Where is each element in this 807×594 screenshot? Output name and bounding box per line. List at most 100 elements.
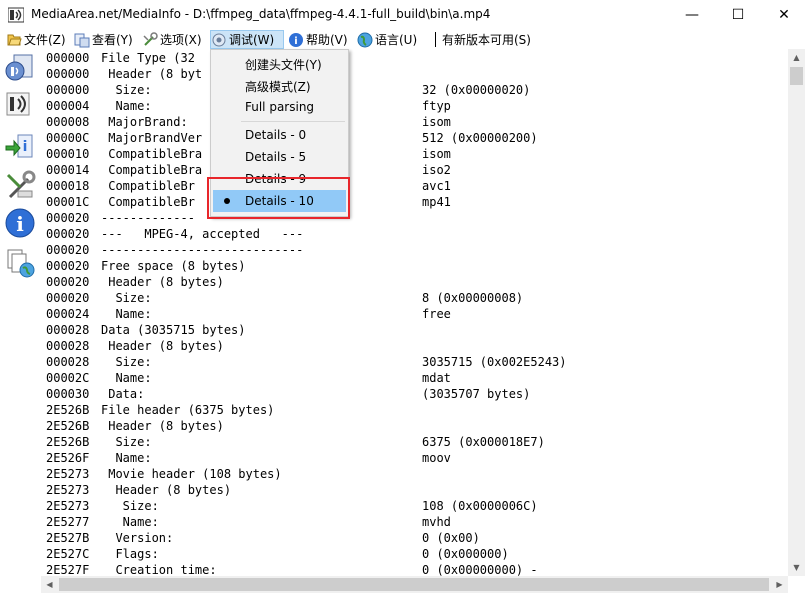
line-field: Size: <box>101 291 152 305</box>
line-value: (3035707 bytes) <box>422 387 531 401</box>
line-field: --- MPEG-4, accepted --- <box>101 227 304 241</box>
line-offset: 000000 <box>46 83 90 97</box>
line-value: 32 (0x00000020) <box>422 83 531 97</box>
open-file-icon <box>7 34 22 45</box>
line-field: File header (6375 bytes) <box>101 403 275 417</box>
horizontal-scrollbar[interactable]: ◀ ▶ <box>41 576 788 593</box>
line-offset: 000000 <box>46 67 90 81</box>
audio-speaker-icon[interactable] <box>4 89 36 121</box>
line-offset: 2E527C <box>46 547 90 561</box>
menu-item-advanced-mode[interactable]: 高级模式(Z) <box>213 74 346 96</box>
scroll-right-arrow-icon[interactable]: ▶ <box>771 576 788 593</box>
mediainfo-app-icon <box>8 7 24 23</box>
close-button[interactable]: ✕ <box>761 0 807 30</box>
line-offset: 000008 <box>46 115 90 129</box>
menu-debug[interactable]: 调试(W) <box>210 30 284 49</box>
line-offset: 2E526B <box>46 435 90 449</box>
web-documents-icon[interactable] <box>4 247 36 279</box>
globe-icon <box>357 32 373 47</box>
menu-help-label: 帮助(V) <box>306 33 348 47</box>
line-field: Version: <box>101 531 174 545</box>
line-offset: 000020 <box>46 259 90 273</box>
vertical-scrollbar[interactable]: ▲ ▼ <box>788 49 805 576</box>
line-value: mp41 <box>422 195 451 209</box>
line-field: Header (8 bytes) <box>101 275 224 289</box>
line-value: iso2 <box>422 163 451 177</box>
about-info-icon[interactable]: i <box>4 207 36 239</box>
line-field: Size: <box>101 83 152 97</box>
menu-bar: 文件(Z) 查看(Y) 选项(X) 调试(W) i 帮助(V) 语言(U) 有新… <box>0 30 807 49</box>
line-field: ------------- <box>101 211 195 225</box>
menu-item-details-5[interactable]: Details - 5 <box>213 146 346 168</box>
line-field: Header (8 bytes) <box>101 483 232 497</box>
line-field: Header (8 bytes) <box>101 419 224 433</box>
menu-item-details-0[interactable]: Details - 0 <box>213 124 346 146</box>
line-offset: 000028 <box>46 323 90 337</box>
line-value: isom <box>422 147 451 161</box>
line-field: Name: <box>101 451 152 465</box>
menu-help[interactable]: i 帮助(V) <box>288 31 348 48</box>
help-icon: i <box>289 32 303 47</box>
line-field: Name: <box>101 515 159 529</box>
debug-output-panel[interactable]: 000000 File Type (32 000000 Header (8 byt 0… <box>41 49 788 576</box>
line-field: CompatibleBra <box>101 147 203 161</box>
line-offset: 000020 <box>46 211 90 225</box>
line-value: moov <box>422 451 451 465</box>
line-value: 0 (0x00) <box>422 531 480 545</box>
vertical-scroll-thumb[interactable] <box>790 67 803 85</box>
line-field: CompatibleBra <box>101 163 203 177</box>
line-offset: 000018 <box>46 179 90 193</box>
line-field: File Type (32 <box>101 51 195 65</box>
sheet-view-icon[interactable] <box>4 53 36 85</box>
line-field: Movie header (108 bytes) <box>101 467 282 481</box>
line-offset: 00001C <box>46 195 90 209</box>
line-field: MajorBrand: <box>101 115 188 129</box>
line-field: Name: <box>101 307 152 321</box>
line-offset: 2E527F <box>46 563 90 576</box>
horizontal-scroll-thumb[interactable] <box>59 578 769 591</box>
menu-options-label: 选项(X) <box>160 33 202 47</box>
line-field: Name: <box>101 99 152 113</box>
menu-new-version[interactable]: 有新版本可用(S) <box>442 31 531 48</box>
line-field: MajorBrandVer <box>101 131 203 145</box>
line-field: Creation time: <box>101 563 217 576</box>
line-value: mdat <box>422 371 451 385</box>
options-icon <box>143 31 158 46</box>
menu-separator <box>435 32 436 47</box>
line-offset: 000000 <box>46 51 90 65</box>
line-value: ftyp <box>422 99 451 113</box>
menu-language[interactable]: 语言(U) <box>357 31 417 48</box>
line-value: 3035715 (0x002E5243) <box>422 355 567 369</box>
line-value: isom <box>422 115 451 129</box>
menu-item-create-header[interactable]: 创建头文件(Y) <box>213 52 346 74</box>
menu-debug-label: 调试(W) <box>229 33 275 47</box>
svg-text:i: i <box>23 139 28 155</box>
menu-item-full-parsing[interactable]: Full parsing <box>213 96 346 118</box>
red-highlight-annotation <box>207 177 350 219</box>
menu-file[interactable]: 文件(Z) <box>6 31 66 48</box>
line-offset: 000020 <box>46 275 90 289</box>
maximize-button[interactable]: ☐ <box>715 0 761 30</box>
line-offset: 000014 <box>46 163 90 177</box>
scroll-down-arrow-icon[interactable]: ▼ <box>788 559 805 576</box>
info-export-icon[interactable]: i <box>4 131 36 163</box>
line-offset: 000020 <box>46 291 90 305</box>
svg-text:i: i <box>16 212 24 236</box>
line-value: 0 (0x00000000) - <box>422 563 538 576</box>
minimize-button[interactable]: — <box>669 0 715 30</box>
line-offset: 00002C <box>46 371 90 385</box>
scroll-left-arrow-icon[interactable]: ◀ <box>41 576 58 593</box>
line-value: 6375 (0x000018E7) <box>422 435 545 449</box>
menu-file-label: 文件(Z) <box>24 33 66 47</box>
line-field: Name: <box>101 371 152 385</box>
menu-view[interactable]: 查看(Y) <box>74 31 133 48</box>
scroll-up-arrow-icon[interactable]: ▲ <box>788 49 805 66</box>
menu-options[interactable]: 选项(X) <box>142 31 202 48</box>
line-field: Header (8 byt <box>101 67 203 81</box>
line-offset: 000028 <box>46 355 90 369</box>
menu-new-version-label: 有新版本可用(S) <box>442 33 531 47</box>
line-field: ---------------------------- <box>101 243 304 257</box>
line-field: Size: <box>101 435 152 449</box>
tools-icon[interactable] <box>4 169 36 201</box>
line-offset: 2E5277 <box>46 515 90 529</box>
